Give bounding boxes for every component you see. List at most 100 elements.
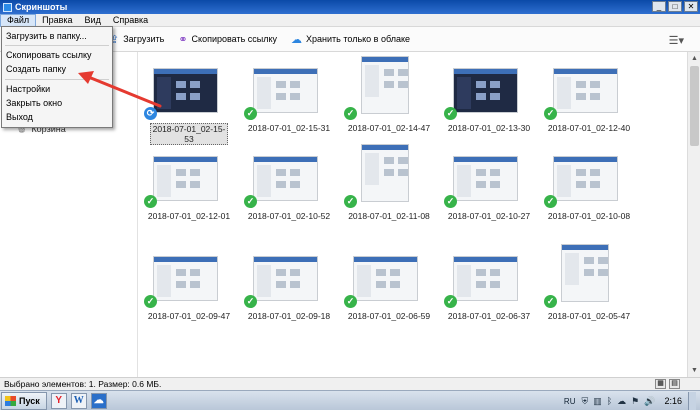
file-tile[interactable]: ✓ 2018-07-01_02-06-37 <box>439 240 539 325</box>
file-tile[interactable]: ✓ 2018-07-01_02-15-31 <box>239 52 339 137</box>
scroll-down-arrow-icon[interactable]: ▼ <box>690 366 699 375</box>
start-label: Пуск <box>19 395 40 406</box>
file-tile[interactable]: ✓ 2018-07-01_02-10-08 <box>539 140 639 225</box>
copy-link-label: Скопировать ссылку <box>191 34 278 44</box>
selection-status: Выбрано элементов: 1. Размер: 0.6 МБ. <box>4 379 162 389</box>
checkmark-icon: ✓ <box>444 107 457 120</box>
upload-label: Загрузить <box>123 34 165 44</box>
menu-file[interactable]: Файл <box>0 13 37 27</box>
checkmark-icon: ✓ <box>144 195 157 208</box>
annotation-arrow <box>78 71 162 108</box>
menu-item-settings[interactable]: Настройки <box>6 84 50 94</box>
system-tray: RU ⛨ ▥ ᛒ ☁ ⚑ 🔊 2:16 <box>564 391 700 410</box>
scroll-thumb[interactable] <box>690 66 699 146</box>
tile-view-icon[interactable]: ▤ <box>669 379 680 389</box>
menu-item-close-window[interactable]: Закрыть окно <box>6 98 62 108</box>
bluetooth-icon[interactable]: ᛒ <box>607 396 612 406</box>
file-thumbnail <box>353 256 418 301</box>
checkmark-icon: ✓ <box>244 195 257 208</box>
minimize-button[interactable]: _ <box>652 1 666 12</box>
menu-item-upload-to-folder[interactable]: Загрузить в папку... <box>6 31 87 41</box>
list-view-icon[interactable]: ☰▾ <box>669 34 684 47</box>
cloud-app-icon[interactable]: ☁ <box>90 392 107 409</box>
file-thumbnail <box>253 256 318 301</box>
scroll-up-arrow-icon[interactable]: ▲ <box>690 54 699 63</box>
network-icon[interactable]: ▥ <box>593 396 602 407</box>
checkmark-icon: ✓ <box>144 295 157 308</box>
menu-item-create-folder[interactable]: Создать папку <box>6 64 66 74</box>
start-button[interactable]: Пуск <box>1 391 47 410</box>
shield-icon[interactable]: ⛨ <box>581 396 588 407</box>
show-desktop-button[interactable] <box>688 392 696 410</box>
file-name: 2018-07-01_02-14-47 <box>347 123 431 133</box>
file-thumbnail <box>453 68 518 113</box>
cloud-only-button[interactable]: ☁ Хранить только в облаке <box>291 33 410 46</box>
menu-item-exit[interactable]: Выход <box>6 112 33 122</box>
file-thumbnail <box>453 156 518 201</box>
taskbar: Пуск Y W ☁ RU ⛨ ▥ ᛒ ☁ ⚑ 🔊 2:16 <box>0 390 700 410</box>
file-tile[interactable]: ✓ 2018-07-01_02-06-59 <box>339 240 439 325</box>
yandex-browser-icon[interactable]: Y <box>50 392 67 409</box>
file-tile[interactable]: ✓ 2018-07-01_02-05-47 <box>539 240 639 325</box>
file-thumbnail <box>553 156 618 201</box>
volume-icon[interactable]: 🔊 <box>644 396 655 407</box>
file-tile[interactable]: ✓ 2018-07-01_02-10-52 <box>239 140 339 225</box>
clock[interactable]: 2:16 <box>664 396 682 406</box>
flag-icon[interactable]: ⚑ <box>631 396 639 407</box>
file-name: 2018-07-01_02-06-59 <box>347 311 431 321</box>
checkmark-icon: ✓ <box>444 195 457 208</box>
window-title: Скриншоты <box>15 2 68 12</box>
maximize-button[interactable]: □ <box>668 1 682 12</box>
file-tile[interactable]: ✓ 2018-07-01_02-09-18 <box>239 240 339 325</box>
close-button[interactable]: ✕ <box>684 1 698 12</box>
checkmark-icon: ✓ <box>344 107 357 120</box>
upload-button[interactable]: ⇪ Загрузить <box>110 33 164 46</box>
status-bar: Выбрано элементов: 1. Размер: 0.6 МБ. ▦ … <box>0 377 700 390</box>
menu-view[interactable]: Вид <box>79 14 107 27</box>
file-tile[interactable]: ✓ 2018-07-01_02-12-01 <box>139 140 239 225</box>
menu-help[interactable]: Справка <box>107 14 154 27</box>
file-name: 2018-07-01_02-09-18 <box>247 311 331 321</box>
grid-view-icon[interactable]: ▦ <box>655 379 666 389</box>
link-icon: ⚭ <box>178 33 188 46</box>
file-tile[interactable]: ✓ 2018-07-01_02-13-30 <box>439 52 539 137</box>
file-name: 2018-07-01_02-15-31 <box>247 123 331 133</box>
word-icon[interactable]: W <box>70 392 87 409</box>
file-name: 2018-07-01_02-11-08 <box>348 211 430 221</box>
file-name: 2018-07-01_02-10-52 <box>247 211 331 221</box>
file-thumbnail <box>361 56 409 114</box>
checkmark-icon: ✓ <box>244 107 257 120</box>
checkmark-icon: ✓ <box>544 107 557 120</box>
checkmark-icon: ✓ <box>244 295 257 308</box>
checkmark-icon: ✓ <box>444 295 457 308</box>
file-thumbnail <box>361 144 409 202</box>
menu-item-copy-link[interactable]: Скопировать ссылку <box>6 50 92 60</box>
copy-link-button[interactable]: ⚭ Скопировать ссылку <box>178 33 277 46</box>
file-tile[interactable]: ✓ 2018-07-01_02-12-40 <box>539 52 639 137</box>
file-thumbnail <box>253 68 318 113</box>
file-name: 2018-07-01_02-10-27 <box>447 211 531 221</box>
file-tile[interactable]: ✓ 2018-07-01_02-10-27 <box>439 140 539 225</box>
view-toggle: ▦ ▤ <box>655 379 680 389</box>
file-name: 2018-07-01_02-05-47 <box>547 311 631 321</box>
file-name: 2018-07-01_02-06-37 <box>447 311 531 321</box>
menu-divider <box>5 45 109 46</box>
checkmark-icon: ✓ <box>344 295 357 308</box>
file-name: 2018-07-01_02-12-40 <box>547 123 631 133</box>
language-indicator[interactable]: RU <box>564 397 576 406</box>
title-bar: Скриншоты _ □ ✕ <box>0 0 700 14</box>
vertical-scrollbar[interactable]: ▲ ▼ <box>687 52 700 377</box>
windows-logo-icon <box>5 395 16 406</box>
file-name: 2018-07-01_02-13-30 <box>447 123 531 133</box>
menu-edit[interactable]: Правка <box>36 14 78 27</box>
cloud-tray-icon[interactable]: ☁ <box>617 396 626 407</box>
file-thumbnail <box>453 256 518 301</box>
file-tile[interactable]: ✓ 2018-07-01_02-09-47 <box>139 240 239 325</box>
window-controls: _ □ ✕ <box>652 1 698 12</box>
file-tile[interactable]: ✓ 2018-07-01_02-14-47 <box>339 52 439 137</box>
checkmark-icon: ✓ <box>544 295 557 308</box>
file-thumbnail <box>561 244 609 302</box>
file-thumbnail <box>153 256 218 301</box>
checkmark-icon: ✓ <box>544 195 557 208</box>
file-tile[interactable]: ✓ 2018-07-01_02-11-08 <box>339 140 439 225</box>
